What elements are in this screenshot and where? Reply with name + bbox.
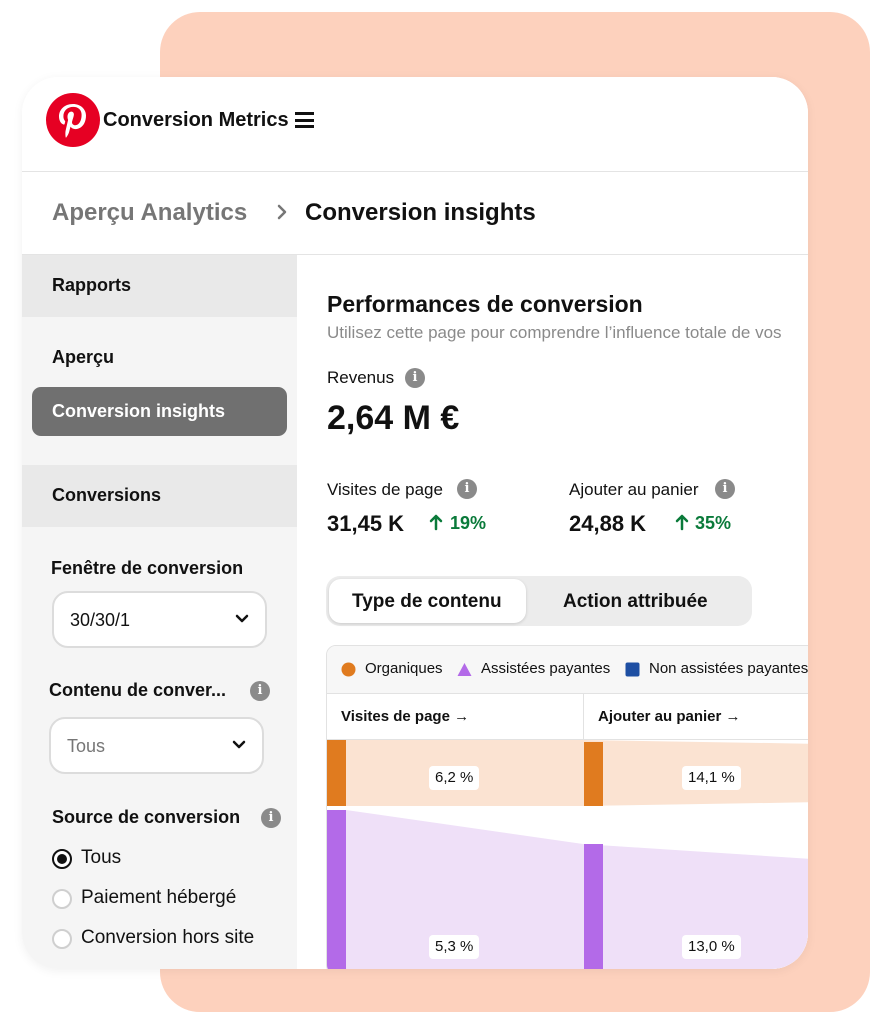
chart-legend: Organiques Assistées payantes Non assist… (327, 646, 808, 694)
sidebar-section-label: Rapports (52, 275, 132, 295)
legend-item: Organiques (365, 660, 443, 677)
breadcrumb: Aperçu Analytics Conversion insights (22, 173, 808, 255)
sidebar-section-label: Conversions (52, 485, 162, 505)
column-header-add-to-cart[interactable]: Ajouter au panier → (584, 694, 808, 740)
page-title: Performances de conversion (327, 291, 643, 317)
kpi-label: Visites de page (327, 480, 443, 499)
arrow-up-icon (675, 514, 689, 531)
revenue-value: 2,64 M € (327, 399, 460, 437)
sidebar-item-overview[interactable]: Aperçu (52, 347, 114, 368)
legend-square-icon (625, 662, 640, 677)
main-content: Performances de conversion Utilisez cett… (297, 255, 808, 969)
top-bar: Conversion Metrics (22, 77, 808, 172)
app-window: Conversion Metrics Aperçu Analytics Conv… (22, 77, 808, 969)
info-icon[interactable]: i (261, 808, 281, 828)
pinterest-logo-icon[interactable] (46, 93, 100, 147)
page-subtitle: Utilisez cette page pour comprendre l’in… (327, 323, 782, 342)
app-title: Conversion Metrics (103, 109, 289, 131)
arrow-up-icon (429, 514, 443, 531)
data-label: 6,2 % (429, 766, 480, 790)
conversion-content-label: Contenu de conver... (49, 680, 227, 700)
radio-source-tous[interactable] (52, 849, 72, 869)
conversion-window-label: Fenêtre de conversion (51, 558, 244, 578)
radio-source-offsite[interactable] (52, 929, 72, 949)
chevron-down-icon (235, 614, 249, 623)
select-value: 30/30/1 (70, 610, 131, 630)
info-icon[interactable]: i (715, 479, 735, 499)
info-icon[interactable]: i (250, 681, 270, 701)
kpi-delta: 35% (695, 513, 732, 533)
sidebar-section-conversions[interactable]: Conversions (22, 465, 297, 527)
funnel-bar-assisted (327, 810, 346, 969)
radio-source-hosted-checkout[interactable] (52, 889, 72, 909)
radio-label: Paiement hébergé (81, 887, 237, 908)
breadcrumb-current: Conversion insights (305, 199, 536, 226)
conversion-content-select[interactable]: Tous (49, 717, 264, 774)
breadcrumb-parent-link[interactable]: Aperçu Analytics (52, 199, 247, 227)
conversion-window-select[interactable]: 30/30/1 (52, 591, 267, 648)
funnel-bar-organic (327, 740, 346, 806)
tab-label: Action attribuée (563, 591, 708, 612)
chevron-right-icon (277, 204, 287, 220)
data-label: 13,0 % (682, 935, 741, 959)
column-header-label: Ajouter au panier → (598, 708, 741, 725)
legend-item: Non assistées payantes (649, 660, 808, 677)
tab-content-type[interactable]: Type de contenu (329, 579, 526, 623)
legend-circle-icon (341, 662, 356, 677)
kpi-value: 31,45 K (327, 511, 405, 536)
conversion-source-label: Source de conversion (52, 807, 241, 827)
info-icon[interactable]: i (457, 479, 477, 499)
chevron-down-icon (232, 740, 246, 749)
info-icon[interactable]: i (405, 368, 425, 388)
tab-attributed-action[interactable]: Action attribuée (536, 579, 746, 623)
column-header-page-visits[interactable]: Visites de page → (327, 694, 583, 740)
sidebar-item-label: Conversion insights (52, 401, 226, 421)
revenue-label: Revenus (327, 368, 395, 387)
sidebar: Rapports Aperçu Conversion insights Conv… (22, 255, 297, 969)
data-label: 5,3 % (429, 935, 480, 959)
radio-label: Tous (81, 847, 122, 868)
funnel-chart: Organiques Assistées payantes Non assist… (326, 645, 808, 969)
kpi-value: 24,88 K (569, 511, 647, 536)
column-header-label: Visites de page → (341, 708, 470, 725)
sidebar-item-conversion-insights[interactable]: Conversion insights (32, 387, 287, 436)
data-label: 14,1 % (682, 766, 741, 790)
kpi-label: Ajouter au panier (569, 480, 699, 499)
kpi-delta: 19% (450, 513, 487, 533)
legend-triangle-icon (457, 663, 472, 676)
tab-label: Type de contenu (352, 591, 502, 612)
radio-label: Conversion hors site (81, 927, 255, 948)
funnel-bar-organic (584, 742, 603, 806)
segmented-control: Type de contenu Action attribuée (326, 576, 752, 626)
hamburger-menu-icon[interactable] (295, 112, 314, 128)
funnel-bar-assisted (584, 844, 603, 969)
sidebar-section-reports[interactable]: Rapports (22, 255, 297, 317)
select-value: Tous (67, 736, 106, 756)
legend-item: Assistées payantes (481, 660, 611, 677)
